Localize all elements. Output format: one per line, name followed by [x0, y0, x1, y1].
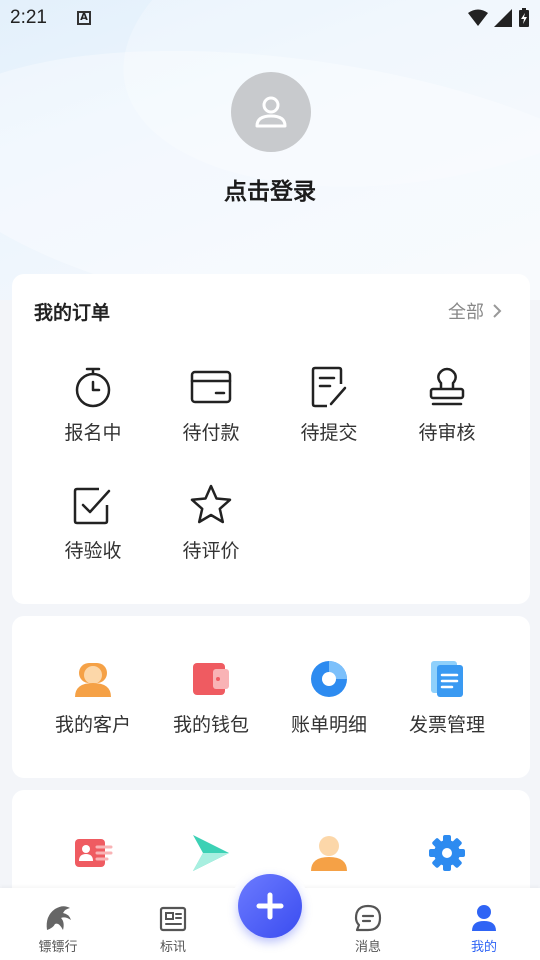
- status-bar: 2:21 A: [0, 0, 540, 36]
- order-status-pending-payment[interactable]: 待付款: [152, 366, 270, 445]
- play-arrow-icon: [193, 835, 229, 871]
- settings-icon: [429, 835, 465, 871]
- invoice-icon: [431, 661, 463, 697]
- bill-details-item[interactable]: 账单明细: [270, 658, 388, 737]
- status-icons: [468, 8, 530, 28]
- order-status-pending-rating[interactable]: 待评价: [152, 484, 270, 563]
- tool-label: 账单明细: [290, 714, 367, 736]
- tab-profile[interactable]: 我的: [434, 888, 534, 960]
- tab-label: 我的: [470, 940, 497, 955]
- tool-label: 发票管理: [408, 714, 485, 736]
- order-status-pending-review[interactable]: 待审核: [388, 366, 506, 445]
- invoice-management-item[interactable]: 发票管理: [388, 658, 506, 737]
- timer-icon: [75, 367, 111, 408]
- pie-chart-icon: [311, 661, 347, 697]
- order-status-registering[interactable]: 报名中: [34, 366, 152, 445]
- document-edit-icon: [311, 366, 347, 408]
- signal-icon: [494, 9, 512, 27]
- checkbox-icon: [73, 487, 111, 525]
- tab-label: 消息: [354, 940, 381, 955]
- order-status-label: 报名中: [64, 422, 122, 444]
- plus-icon: [256, 892, 284, 920]
- status-time: 2:21: [10, 7, 47, 28]
- order-status-label: 待提交: [300, 422, 358, 444]
- battery-icon: [519, 8, 529, 27]
- avatar[interactable]: [231, 72, 311, 152]
- service-item[interactable]: [152, 832, 270, 874]
- brand-horse-icon: [46, 906, 71, 930]
- tab-label: 标讯: [159, 940, 186, 955]
- view-all-orders-link[interactable]: 全部: [448, 298, 502, 324]
- order-status-label: 待付款: [182, 422, 240, 444]
- wifi-icon: [468, 9, 488, 26]
- tools-card: 我的客户 我的钱包 账单明细 发票管理: [12, 616, 530, 778]
- view-all-label: 全部: [448, 302, 484, 323]
- tool-label: 我的钱包: [172, 714, 249, 736]
- service-item[interactable]: [388, 832, 506, 874]
- my-customers-item[interactable]: 我的客户: [34, 658, 152, 737]
- stamp-icon: [429, 367, 465, 406]
- order-status-pending-acceptance[interactable]: 待验收: [34, 484, 152, 563]
- service-item[interactable]: [34, 832, 152, 874]
- add-button[interactable]: [238, 874, 302, 938]
- person-icon: [311, 836, 347, 871]
- order-status-pending-submit[interactable]: 待提交: [270, 366, 388, 445]
- order-status-label: 待验收: [64, 540, 122, 562]
- login-link[interactable]: 点击登录: [0, 172, 540, 206]
- star-icon: [190, 484, 232, 524]
- customer-icon: [75, 663, 111, 697]
- user-icon: [472, 905, 496, 931]
- order-status-label: 待评价: [182, 540, 240, 562]
- user-placeholder-icon: [255, 96, 287, 128]
- notification-badge-icon: A: [76, 11, 91, 25]
- tab-home[interactable]: 镖镖行: [8, 888, 108, 960]
- service-item[interactable]: [270, 832, 388, 874]
- wallet-icon: [190, 370, 232, 404]
- id-card-icon: [75, 839, 113, 867]
- message-icon: [354, 904, 382, 932]
- wallet-color-icon: [193, 663, 229, 695]
- my-wallet-item[interactable]: 我的钱包: [152, 658, 270, 737]
- order-status-label: 待审核: [418, 422, 476, 444]
- tab-label: 镖镖行: [38, 940, 78, 955]
- orders-title: 我的订单: [34, 302, 111, 324]
- chevron-right-icon: [493, 304, 502, 318]
- orders-card: 我的订单 全部 报名中 待付款 待提交 待审核 待验收 待评价: [12, 274, 530, 604]
- tool-label: 我的客户: [54, 714, 131, 736]
- tab-bids[interactable]: 标讯: [123, 888, 223, 960]
- news-icon: [159, 906, 187, 932]
- tab-messages[interactable]: 消息: [318, 888, 418, 960]
